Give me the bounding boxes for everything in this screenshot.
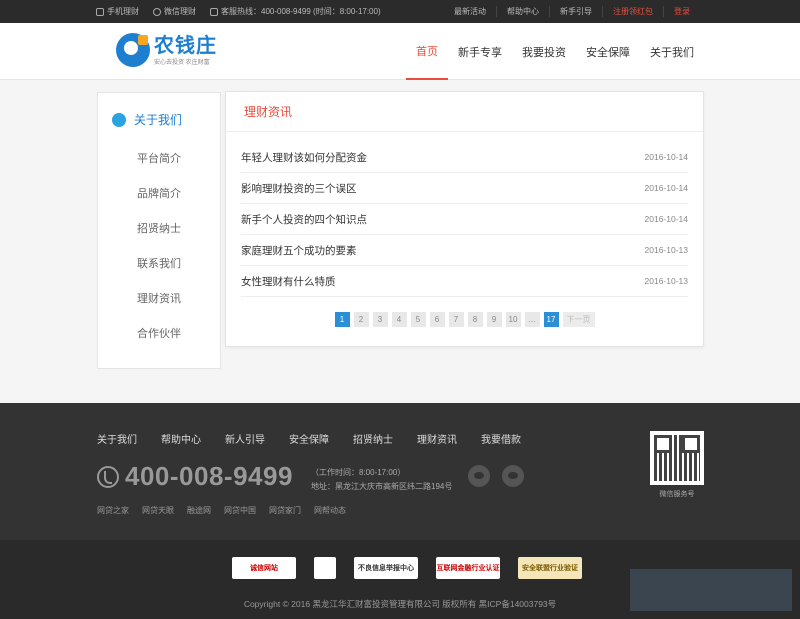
logo-icon xyxy=(116,33,150,67)
badge-report-center[interactable]: 不良信息举报中心 xyxy=(354,557,418,579)
page-6-button[interactable]: 6 xyxy=(429,312,445,327)
page-8-button[interactable]: 8 xyxy=(467,312,483,327)
sidebar-header: 关于我们 xyxy=(98,93,220,128)
nav-invest[interactable]: 我要投资 xyxy=(512,23,576,80)
page-7-button[interactable]: 7 xyxy=(448,312,464,327)
nav-home[interactable]: 首页 xyxy=(406,23,448,80)
news-date: 2016-10-13 xyxy=(644,276,688,286)
news-list: 年轻人理财该如何分配资金 2016-10-14 影响理财投资的三个误区 2016-1… xyxy=(226,132,703,297)
sidebar-item-contact[interactable]: 联系我们 xyxy=(98,247,220,282)
sidebar-title: 关于我们 xyxy=(134,113,183,127)
list-item[interactable]: 年轻人理财该如何分配资金 2016-10-14 xyxy=(241,142,688,173)
latest-activity-link[interactable]: 最新活动 xyxy=(444,6,496,17)
brand-slogan: 安心去投资 农庄财富 xyxy=(154,59,210,66)
news-date: 2016-10-13 xyxy=(644,245,688,255)
footer-link-security[interactable]: 安全保障 xyxy=(289,431,329,446)
badge-security-alliance[interactable]: 安全联盟行业验证 xyxy=(518,557,582,579)
trust-badges: 诚信网站 不良信息举报中心 互联网金融行业认证 安全联盟行业验证 xyxy=(232,557,582,579)
news-date: 2016-10-14 xyxy=(644,214,688,224)
news-date: 2016-10-14 xyxy=(644,183,688,193)
friend-link[interactable]: 网帮动态 xyxy=(314,505,346,516)
news-panel: 理财资讯 年轻人理财该如何分配资金 2016-10-14 影响理财投资的三个误区 2… xyxy=(225,91,704,347)
pagination: 1 2 3 4 5 6 7 8 9 10 ... 17 下一页 xyxy=(226,312,703,327)
news-title[interactable]: 家庭理财五个成功的要素 xyxy=(241,243,357,258)
list-item[interactable]: 女性理财有什么特质 2016-10-13 xyxy=(241,266,688,297)
wechat-qr-code xyxy=(650,431,704,485)
page-5-button[interactable]: 5 xyxy=(410,312,426,327)
beginner-guide-link[interactable]: 新手引导 xyxy=(549,6,602,17)
watermark-logo xyxy=(630,569,792,611)
nav-security[interactable]: 安全保障 xyxy=(576,23,640,80)
page-17-button[interactable]: 17 xyxy=(543,312,559,327)
weibo-share-icon[interactable] xyxy=(502,465,524,487)
page-2-button[interactable]: 2 xyxy=(353,312,369,327)
footer-hotline: 400-008-9499 xyxy=(97,461,293,492)
help-center-link[interactable]: 帮助中心 xyxy=(496,6,549,17)
nav-newbie[interactable]: 新手专享 xyxy=(448,23,512,80)
list-item[interactable]: 新手个人投资的四个知识点 2016-10-14 xyxy=(241,204,688,235)
site-header: 农钱庄 安心去投资 农庄财富 首页 新手专享 我要投资 安全保障 关于我们 xyxy=(0,23,800,80)
sidebar-item-partners[interactable]: 合作伙伴 xyxy=(98,317,220,352)
hotline-info: 客服热线：400-008-9499 (时间：8:00-17:00) xyxy=(210,6,381,17)
friend-link[interactable]: 网贷家门 xyxy=(269,505,301,516)
footer-link-borrow[interactable]: 我要借款 xyxy=(481,431,521,446)
sidebar-item-news[interactable]: 理财资讯 xyxy=(98,282,220,317)
qr-caption: 微信服务号 xyxy=(659,491,695,498)
friend-link[interactable]: 网贷中国 xyxy=(224,505,256,516)
sidebar-item-platform[interactable]: 平台简介 xyxy=(98,142,220,177)
about-sidebar: 关于我们 平台简介 品牌简介 招贤纳士 联系我们 理财资讯 合作伙伴 xyxy=(97,92,221,369)
qr-code-icon xyxy=(654,435,700,481)
site-footer: 关于我们 帮助中心 新人引导 安全保障 招贤纳士 理财资讯 我要借款 400-0… xyxy=(0,403,800,540)
friend-links: 网贷之家 网贷天眼 融途网 网贷中国 网贷家门 网帮动态 xyxy=(97,505,346,516)
list-item[interactable]: 家庭理财五个成功的要素 2016-10-13 xyxy=(241,235,688,266)
top-bar: 手机理财 微信理财 客服热线：400-008-9499 (时间：8:00-17:… xyxy=(0,0,800,23)
page-1-button[interactable]: 1 xyxy=(334,312,350,327)
site-logo[interactable]: 农钱庄 安心去投资 农庄财富 xyxy=(116,33,217,67)
working-hours: （工作时间：8:00-17:00） xyxy=(311,468,406,477)
page-9-button[interactable]: 9 xyxy=(486,312,502,327)
company-address: 地址：黑龙江大庆市高新区纬二路194号 xyxy=(311,482,453,491)
phone-icon xyxy=(97,465,119,488)
badge-internet-finance[interactable]: 互联网金融行业认证 xyxy=(436,557,500,579)
phone-icon xyxy=(210,7,218,16)
list-item[interactable]: 影响理财投资的三个误区 2016-10-14 xyxy=(241,173,688,204)
news-title[interactable]: 影响理财投资的三个误区 xyxy=(241,181,357,196)
hotline-number: 400-008-9499 xyxy=(125,461,293,491)
footer-links: 关于我们 帮助中心 新人引导 安全保障 招贤纳士 理财资讯 我要借款 xyxy=(97,431,521,446)
badge-police-icon[interactable] xyxy=(314,557,336,579)
wechat-icon xyxy=(153,7,161,16)
footer-link-news[interactable]: 理财资讯 xyxy=(417,431,457,446)
friend-link[interactable]: 融途网 xyxy=(187,505,211,516)
news-title[interactable]: 年轻人理财该如何分配资金 xyxy=(241,150,367,165)
register-bonus-link[interactable]: 注册领红包 xyxy=(602,6,663,17)
footer-link-jobs[interactable]: 招贤纳士 xyxy=(353,431,393,446)
mobile-finance-link[interactable]: 手机理财 xyxy=(96,6,139,17)
badge-credible-site[interactable]: 诚信网站 xyxy=(232,557,296,579)
main-nav: 首页 新手专享 我要投资 安全保障 关于我们 xyxy=(406,23,704,80)
panel-title: 理财资讯 xyxy=(226,92,703,132)
page-4-button[interactable]: 4 xyxy=(391,312,407,327)
footer-contact-info: （工作时间：8:00-17:00） 地址：黑龙江大庆市高新区纬二路194号 xyxy=(311,466,452,494)
wechat-finance-link[interactable]: 微信理财 xyxy=(153,6,196,17)
next-page-button[interactable]: 下一页 xyxy=(562,312,595,327)
news-title[interactable]: 女性理财有什么特质 xyxy=(241,274,336,289)
page-ellipsis: ... xyxy=(524,312,540,327)
news-date: 2016-10-14 xyxy=(644,152,688,162)
login-link[interactable]: 登录 xyxy=(663,6,700,17)
nav-about[interactable]: 关于我们 xyxy=(640,23,704,80)
footer-link-about[interactable]: 关于我们 xyxy=(97,431,137,446)
wechat-share-icon[interactable] xyxy=(468,465,490,487)
page-3-button[interactable]: 3 xyxy=(372,312,388,327)
sidebar-item-brand[interactable]: 品牌简介 xyxy=(98,177,220,212)
friend-link[interactable]: 网贷天眼 xyxy=(142,505,174,516)
footer-link-guide[interactable]: 新人引导 xyxy=(225,431,265,446)
mobile-icon xyxy=(96,7,104,16)
news-title[interactable]: 新手个人投资的四个知识点 xyxy=(241,212,367,227)
page-10-button[interactable]: 10 xyxy=(505,312,521,327)
sidebar-item-jobs[interactable]: 招贤纳士 xyxy=(98,212,220,247)
friend-link[interactable]: 网贷之家 xyxy=(97,505,129,516)
footer-link-help[interactable]: 帮助中心 xyxy=(161,431,201,446)
brand-name: 农钱庄 xyxy=(154,34,217,57)
about-icon xyxy=(112,112,126,127)
